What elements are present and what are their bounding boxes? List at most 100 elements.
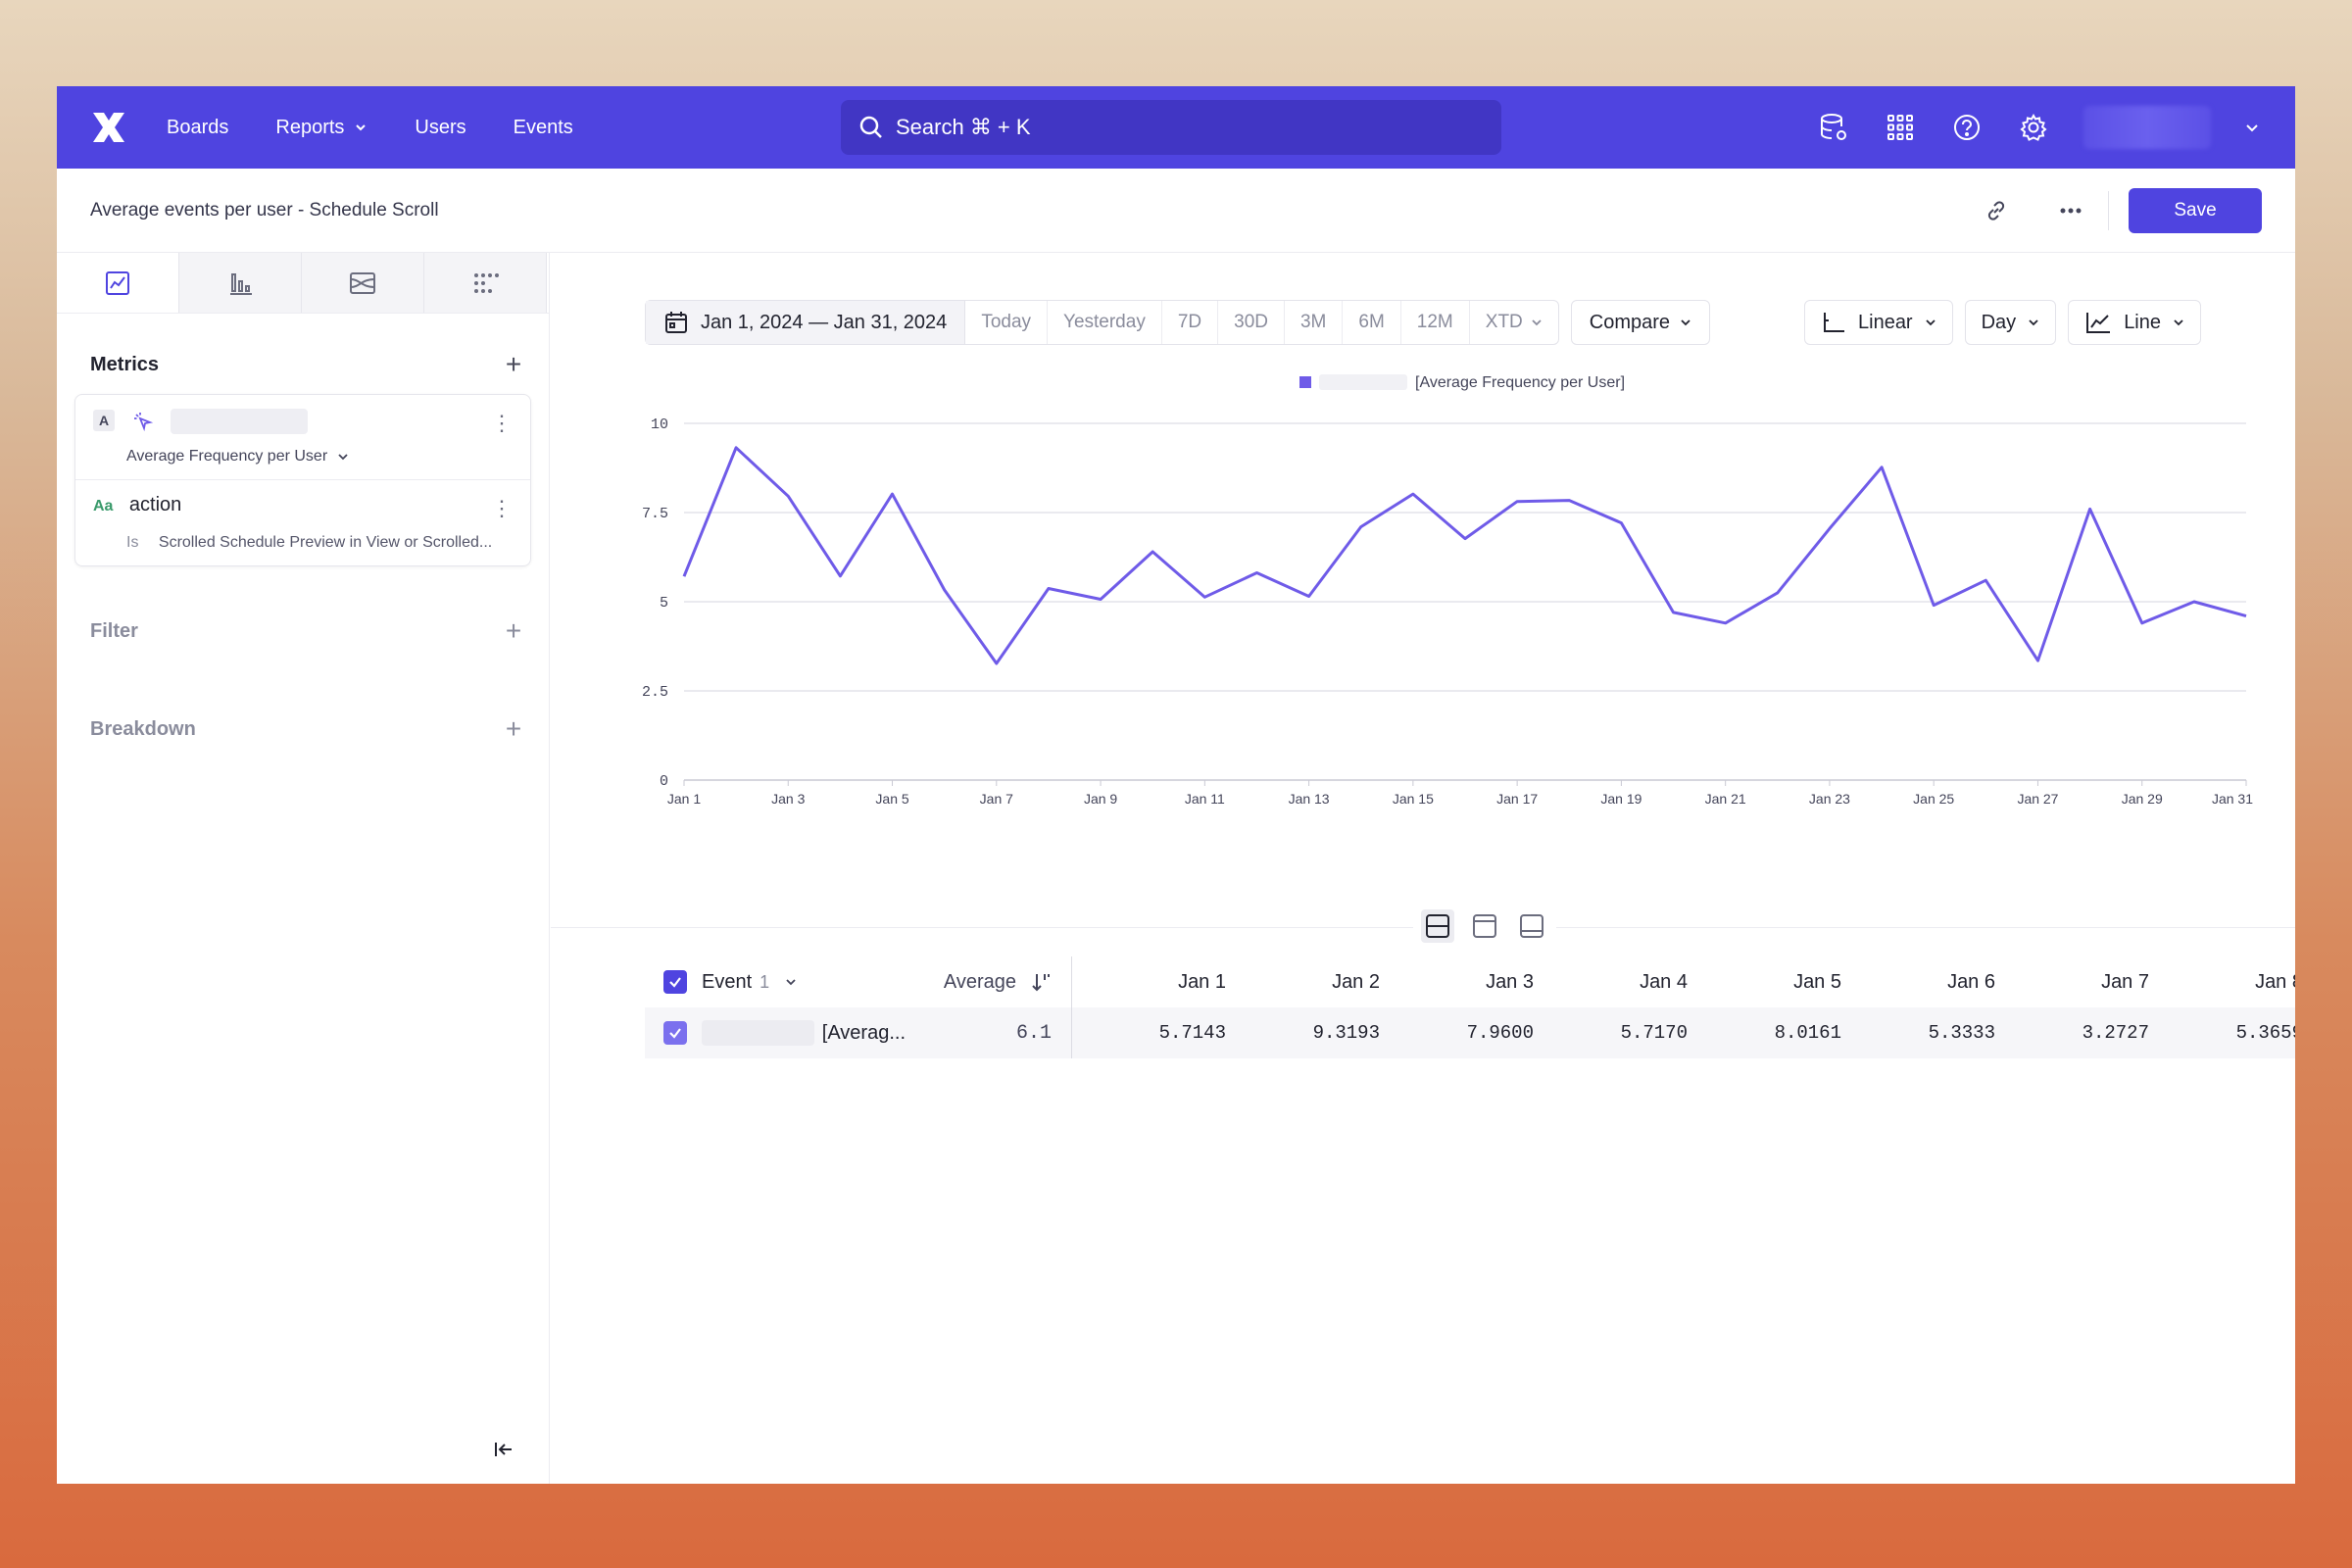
date-column-header[interactable]: Jan 4 (1534, 971, 1688, 994)
page-title[interactable]: Average events per user - Schedule Scrol… (90, 200, 439, 221)
x-tick-label: Jan 17 (1496, 791, 1538, 807)
data-point[interactable] (1407, 488, 1419, 500)
data-point[interactable] (1928, 600, 1939, 612)
event-column-header[interactable]: Event 1 (690, 971, 906, 994)
data-point[interactable] (1615, 517, 1627, 529)
data-point[interactable] (991, 658, 1003, 669)
chart-type-dropdown[interactable]: Line (2068, 300, 2201, 345)
nav-boards-label: Boards (167, 116, 229, 138)
tab-flow-icon[interactable] (302, 253, 424, 313)
property-kebab-icon[interactable]: ⋮ (491, 498, 513, 519)
data-point[interactable] (1043, 583, 1054, 595)
preset-30d[interactable]: 30D (1218, 301, 1285, 344)
nav-events-label: Events (513, 116, 573, 138)
date-column-header[interactable]: Jan 6 (1841, 971, 1995, 994)
metric-event-row[interactable]: A ⋮ Average Frequency per User (75, 395, 530, 479)
data-point[interactable] (1095, 593, 1106, 605)
scale-dropdown[interactable]: Linear (1804, 300, 1953, 345)
nav-events[interactable]: Events (514, 117, 573, 139)
x-tick-label: Jan 1 (667, 791, 701, 807)
interval-dropdown[interactable]: Day (1964, 300, 2057, 345)
data-point[interactable] (1355, 521, 1367, 533)
preset-6m[interactable]: 6M (1343, 301, 1401, 344)
help-icon[interactable] (1950, 111, 1984, 144)
data-point[interactable] (1876, 462, 1887, 473)
preset-today[interactable]: Today (965, 301, 1049, 344)
select-all-checkbox[interactable] (661, 967, 690, 997)
data-point[interactable] (2032, 655, 2043, 666)
data-point[interactable] (2136, 617, 2148, 629)
table-header-row: Event 1 Average Jan 1 Jan 2 Jan 3 Jan 4 … (645, 956, 2295, 1007)
date-column-header[interactable]: Jan 5 (1688, 971, 1841, 994)
nav-reports[interactable]: Reports (275, 117, 368, 139)
tab-dots-icon[interactable] (424, 253, 547, 313)
add-breakdown-button[interactable]: + (500, 713, 527, 745)
data-point[interactable] (2188, 596, 2200, 608)
data-point[interactable] (678, 570, 690, 582)
data-point[interactable] (1668, 607, 1680, 618)
split-view-icon[interactable] (1421, 909, 1454, 943)
data-point[interactable] (2240, 611, 2252, 622)
table-only-view-icon[interactable] (1515, 909, 1548, 943)
metric-kebab-icon[interactable]: ⋮ (491, 413, 513, 434)
data-point[interactable] (1824, 522, 1836, 534)
logo-icon[interactable] (80, 103, 137, 152)
chevron-down-icon[interactable] (2244, 120, 2260, 135)
tab-line-chart-icon[interactable] (57, 253, 179, 313)
data-point[interactable] (1303, 591, 1315, 603)
metric-property-row[interactable]: Aa action ⋮ Is Scrolled Schedule Preview… (75, 479, 530, 565)
data-point[interactable] (1511, 496, 1523, 508)
data-point[interactable] (834, 570, 846, 582)
tab-bar-chart-icon[interactable] (179, 253, 302, 313)
data-point[interactable] (1147, 546, 1158, 558)
nav-boards[interactable]: Boards (167, 117, 228, 139)
date-column-header[interactable]: Jan 8 (2149, 971, 2295, 994)
data-point[interactable] (1199, 591, 1210, 603)
compare-dropdown[interactable]: Compare (1570, 300, 1711, 345)
preset-xtd[interactable]: XTD (1470, 301, 1558, 344)
data-point[interactable] (782, 490, 794, 502)
chart-only-view-icon[interactable] (1468, 909, 1501, 943)
gear-icon[interactable] (2017, 111, 2050, 144)
data-point[interactable] (1250, 567, 1262, 579)
data-point[interactable] (1563, 495, 1575, 507)
date-range-picker[interactable]: Jan 1, 2024 — Jan 31, 2024 (646, 301, 966, 344)
add-filter-button[interactable]: + (500, 615, 527, 647)
row-checkbox[interactable] (661, 1018, 690, 1048)
database-settings-icon[interactable] (1817, 111, 1850, 144)
table-row[interactable]: [Averag... 6.1 5.7143 9.3193 7.9600 5.71… (645, 1007, 2295, 1058)
property-condition[interactable]: Is Scrolled Schedule Preview in View or … (93, 534, 513, 552)
line-chart: [Average Frequency per User] 0 2.5 5 7.5 10 … (629, 361, 2256, 831)
save-button[interactable]: Save (2129, 188, 2262, 233)
date-column-header[interactable]: Jan 1 (1072, 971, 1226, 994)
preset-3m[interactable]: 3M (1285, 301, 1344, 344)
data-point[interactable] (1980, 574, 1991, 586)
add-metric-button[interactable]: + (500, 349, 527, 380)
collapse-panel-icon[interactable] (492, 1438, 515, 1466)
data-point[interactable] (939, 584, 951, 596)
x-tick-label: Jan 5 (875, 791, 908, 807)
metric-measure-dropdown[interactable]: Average Frequency per User (93, 448, 513, 466)
preset-12m[interactable]: 12M (1401, 301, 1470, 344)
apps-grid-icon[interactable] (1884, 111, 1917, 144)
search-input[interactable]: Search ⌘ + K (841, 100, 1501, 155)
data-point[interactable] (1459, 533, 1471, 545)
more-icon[interactable] (2053, 193, 2088, 228)
average-column-header[interactable]: Average (906, 956, 1072, 1007)
preset-7d[interactable]: 7D (1162, 301, 1219, 344)
data-point[interactable] (730, 442, 742, 454)
data-point[interactable] (887, 488, 899, 500)
date-column-header[interactable]: Jan 2 (1226, 971, 1380, 994)
preset-yesterday[interactable]: Yesterday (1048, 301, 1162, 344)
data-point[interactable] (2084, 503, 2096, 514)
date-column-header[interactable]: Jan 3 (1380, 971, 1534, 994)
account-menu[interactable] (2083, 106, 2211, 149)
data-point[interactable] (1772, 587, 1784, 599)
nav-users[interactable]: Users (415, 117, 466, 139)
date-column-header[interactable]: Jan 7 (1995, 971, 2149, 994)
data-point[interactable] (1720, 617, 1732, 629)
click-event-icon (134, 413, 154, 432)
link-icon[interactable] (1979, 193, 2014, 228)
chevron-down-icon (338, 454, 348, 461)
metric-card: A ⋮ Average Frequency per User Aa action… (74, 394, 531, 566)
